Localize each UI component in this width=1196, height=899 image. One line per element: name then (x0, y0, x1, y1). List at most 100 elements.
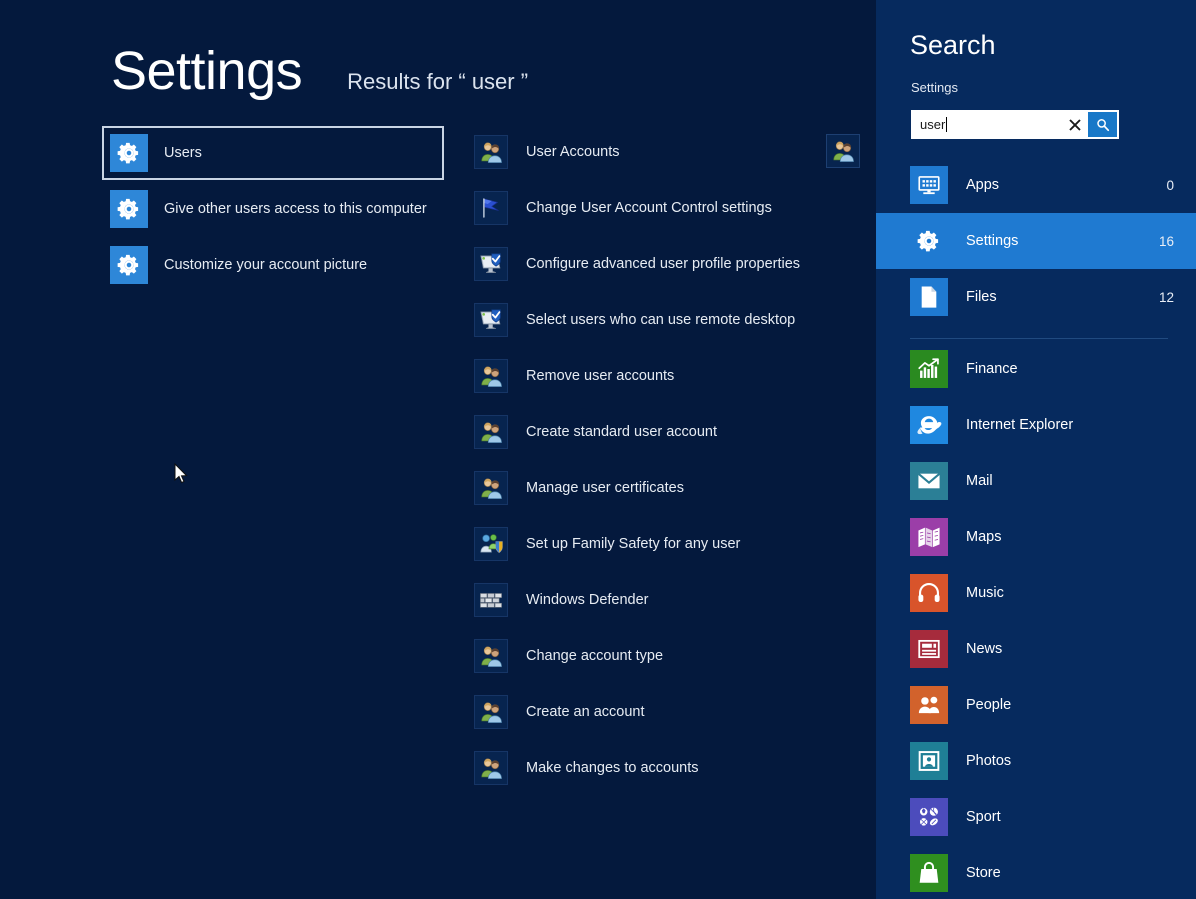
settings-result-item[interactable]: Create an account (468, 688, 868, 736)
settings-result-item[interactable]: Manage user certificates (468, 464, 868, 512)
search-scope-item[interactable]: Settings 16 (876, 213, 1196, 269)
mail-envelope-icon (910, 462, 948, 500)
page-header: Settings Results for “ user ” (111, 44, 528, 98)
settings-result-label: Customize your account picture (164, 257, 368, 273)
settings-result-label: Give other users access to this computer (164, 201, 427, 217)
user-accounts-icon (474, 359, 508, 393)
search-box[interactable]: user (911, 110, 1119, 139)
settings-result-label: Configure advanced user profile properti… (526, 256, 801, 272)
user-accounts-icon (474, 135, 508, 169)
photos-frame-icon (910, 742, 948, 780)
user-accounts-icon (474, 751, 508, 785)
search-app-item[interactable]: Photos (876, 733, 1196, 789)
search-scope-count: 16 (1158, 233, 1174, 249)
settings-result-label: Users (164, 145, 202, 161)
close-x-icon[interactable] (1062, 110, 1088, 139)
brick-wall-icon (474, 583, 508, 617)
settings-result-label: Remove user accounts (526, 368, 675, 384)
search-magnifier-icon[interactable] (1088, 112, 1117, 137)
settings-result-label: Make changes to accounts (526, 760, 699, 776)
search-scope-count: 12 (1158, 289, 1174, 305)
search-input-value: user (920, 117, 946, 132)
settings-result-item[interactable]: User Accounts (468, 128, 868, 176)
search-input[interactable]: user (911, 117, 1062, 132)
apps-monitor-icon (910, 166, 948, 204)
text-caret (946, 117, 948, 132)
user-accounts-icon (474, 639, 508, 673)
results-column-middle: User Accounts Change User Account Control… (468, 128, 868, 800)
settings-result-label: Select users who can use remote desktop (526, 312, 796, 328)
settings-result-item[interactable]: Create standard user account (468, 408, 868, 456)
family-safety-icon (474, 527, 508, 561)
search-app-item[interactable]: Finance (876, 341, 1196, 397)
file-page-icon (910, 278, 948, 316)
settings-gear-icon (110, 190, 148, 228)
monitor-shield-icon (474, 303, 508, 337)
sport-balls-icon (910, 798, 948, 836)
settings-result-label: Windows Defender (526, 592, 649, 608)
settings-result-item[interactable]: Configure advanced user profile properti… (468, 240, 868, 288)
internet-explorer-icon (910, 406, 948, 444)
search-scope-label: Files (966, 289, 997, 305)
search-scope-count: 0 (1166, 177, 1174, 193)
mouse-cursor (174, 463, 188, 484)
search-app-item[interactable]: News (876, 621, 1196, 677)
user-accounts-icon (826, 134, 860, 168)
settings-gear-icon (110, 246, 148, 284)
scope-list-divider (910, 338, 1168, 339)
settings-gear-icon (910, 222, 948, 260)
settings-result-label: Change account type (526, 648, 664, 664)
search-app-item[interactable]: Internet Explorer (876, 397, 1196, 453)
finance-chart-icon (910, 350, 948, 388)
blue-flag-icon (474, 191, 508, 225)
monitor-shield-icon (474, 247, 508, 281)
search-panel-heading: Search (910, 30, 996, 60)
settings-result-label: Manage user certificates (526, 480, 684, 496)
settings-result-item[interactable]: Change account type (468, 632, 868, 680)
settings-result-item[interactable]: Make changes to accounts (468, 744, 868, 792)
news-paper-icon (910, 630, 948, 668)
search-scope-item[interactable]: Files 12 (876, 269, 1196, 325)
settings-result-item[interactable]: Change User Account Control settings (468, 184, 868, 232)
search-scope-item[interactable]: Apps 0 (876, 157, 1196, 213)
search-app-label: News (966, 641, 1003, 657)
search-scope-label: Settings (966, 233, 1019, 249)
search-app-label: People (966, 697, 1012, 713)
search-app-item[interactable]: Maps (876, 509, 1196, 565)
music-headphones-icon (910, 574, 948, 612)
settings-result-item[interactable]: Select users who can use remote desktop (468, 296, 868, 344)
search-app-item[interactable]: Store (876, 845, 1196, 899)
search-app-label: Music (966, 585, 1004, 601)
settings-result-item[interactable]: Users (102, 126, 444, 180)
user-accounts-icon (474, 415, 508, 449)
settings-result-item[interactable]: Windows Defender (468, 576, 868, 624)
results-column-left: Users Give other users access to this com… (102, 126, 444, 296)
search-app-list: Finance Internet Explorer Mail Maps Music New… (876, 341, 1196, 899)
settings-result-label: Create an account (526, 704, 645, 720)
settings-result-label: User Accounts (526, 144, 620, 160)
search-app-label: Internet Explorer (966, 417, 1074, 433)
search-app-label: Store (966, 865, 1001, 881)
search-app-item[interactable]: People (876, 677, 1196, 733)
search-app-item[interactable]: Music (876, 565, 1196, 621)
settings-result-item[interactable]: Remove user accounts (468, 352, 868, 400)
settings-result-item[interactable]: Set up Family Safety for any user (468, 520, 868, 568)
search-app-label: Sport (966, 809, 1001, 825)
search-scope-label: Apps (966, 177, 1000, 193)
search-scope-list: Apps 0 Settings 16 Files 12 (876, 157, 1196, 325)
search-scope-label: Settings (911, 80, 958, 95)
windows-search-settings-screen: Settings Results for “ user ” Users Give … (0, 0, 1196, 899)
settings-result-item[interactable]: Give other users access to this computer (104, 184, 442, 234)
search-app-label: Mail (966, 473, 993, 489)
settings-result-label: Create standard user account (526, 424, 718, 440)
settings-result-item[interactable]: Customize your account picture (104, 240, 442, 290)
results-for-label: Results for “ user ” (347, 69, 529, 94)
search-app-label: Finance (966, 361, 1018, 377)
page-title: Settings (111, 41, 303, 101)
store-bag-icon (910, 854, 948, 892)
user-accounts-icon (474, 695, 508, 729)
search-app-item[interactable]: Mail (876, 453, 1196, 509)
search-app-item[interactable]: Sport (876, 789, 1196, 845)
settings-gear-icon (110, 134, 148, 172)
settings-result-label: Change User Account Control settings (526, 200, 772, 216)
